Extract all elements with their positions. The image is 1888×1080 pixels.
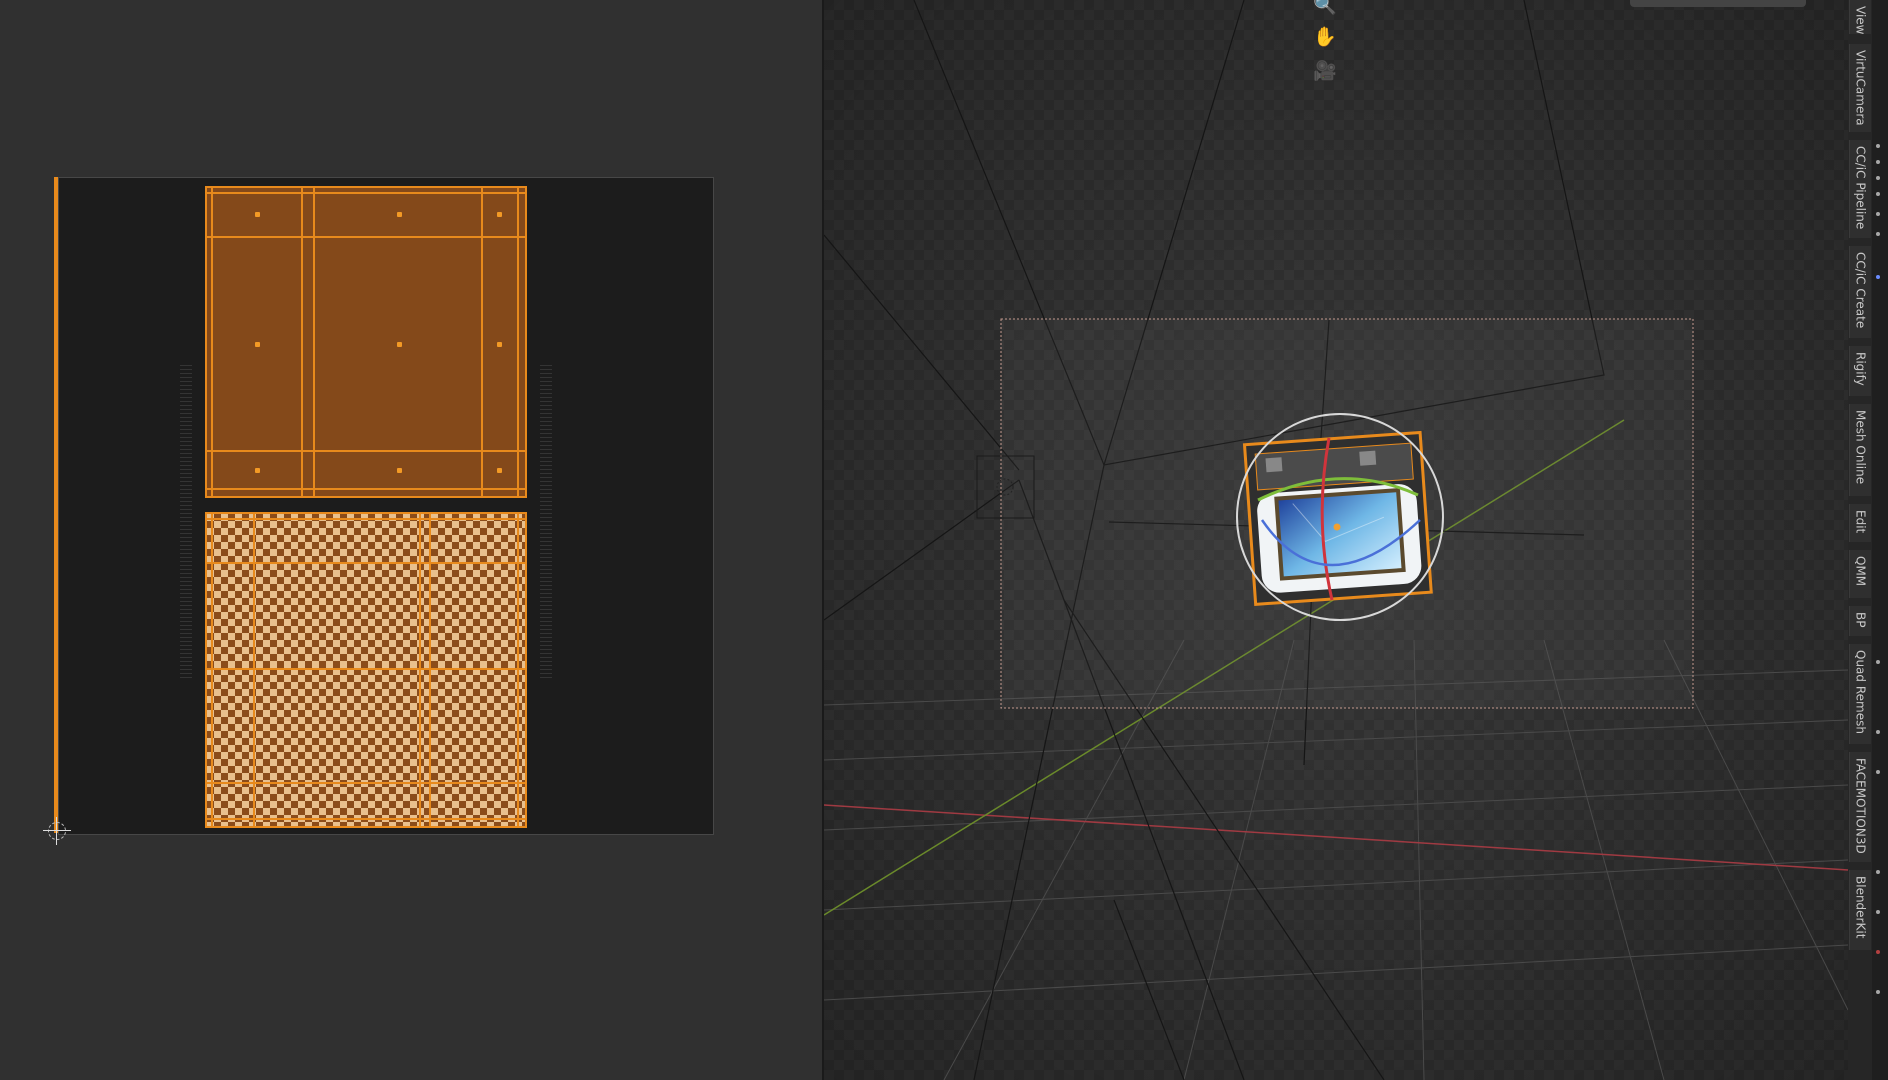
tab-cc-ic-create[interactable]: CC/iC Create bbox=[1849, 246, 1871, 338]
uv-edge bbox=[207, 450, 525, 452]
edge-dot bbox=[1876, 176, 1880, 180]
edge-dot bbox=[1876, 660, 1880, 664]
uv-island-top[interactable] bbox=[205, 186, 527, 498]
uv-vertex bbox=[255, 468, 260, 473]
uv-2d-cursor[interactable] bbox=[43, 817, 71, 845]
camera-view-icon[interactable]: 🎥 bbox=[1312, 58, 1338, 84]
pan-hand-icon[interactable]: ✋ bbox=[1312, 24, 1338, 50]
uv-ghost-island-right bbox=[540, 362, 552, 678]
tab-mesh-online[interactable]: Mesh Online bbox=[1849, 404, 1871, 496]
tab-edit[interactable]: Edit bbox=[1849, 504, 1871, 542]
edge-dot bbox=[1876, 870, 1880, 874]
tab-quad-remesh[interactable]: Quad Remesh bbox=[1849, 644, 1871, 744]
uv-editor-area[interactable] bbox=[0, 0, 822, 1080]
edge-dot bbox=[1876, 910, 1880, 914]
header-field[interactable] bbox=[1630, 0, 1806, 7]
uv-vertex bbox=[255, 212, 260, 217]
tab-view[interactable]: View bbox=[1849, 0, 1871, 34]
properties-edge bbox=[1872, 0, 1888, 1080]
uv-vertex bbox=[255, 342, 260, 347]
uv-edge bbox=[313, 188, 315, 496]
uv-ghost-island-left bbox=[180, 362, 192, 678]
tab-virtucamera[interactable]: VirtuCamera bbox=[1849, 44, 1871, 132]
edge-dot bbox=[1876, 275, 1880, 279]
uv-edge bbox=[207, 488, 525, 490]
edge-dot bbox=[1876, 770, 1880, 774]
tab-qmm[interactable]: QMM bbox=[1849, 550, 1871, 598]
uv-edge bbox=[517, 188, 519, 496]
uv-edge bbox=[517, 514, 519, 826]
selected-object bbox=[1242, 430, 1433, 606]
uv-vertex bbox=[397, 468, 402, 473]
tab-cc-ic-pipeline[interactable]: CC/iC Pipeline bbox=[1849, 140, 1871, 238]
edge-dot bbox=[1876, 950, 1880, 954]
uv-vertex bbox=[397, 342, 402, 347]
uv-vertex bbox=[497, 468, 502, 473]
uv-edge bbox=[211, 514, 213, 826]
viewport-scene bbox=[824, 0, 1848, 1080]
edge-dot bbox=[1876, 232, 1880, 236]
uv-edge bbox=[207, 236, 525, 238]
tab-bp[interactable]: BP bbox=[1849, 606, 1871, 636]
uv-vertex bbox=[497, 342, 502, 347]
zoom-icon[interactable]: 🔍 bbox=[1312, 0, 1338, 18]
uv-edge bbox=[253, 514, 255, 826]
uv-island-strip[interactable] bbox=[54, 177, 58, 833]
uv-edge bbox=[301, 188, 303, 496]
uv-texture-canvas[interactable] bbox=[58, 177, 714, 835]
uv-edge bbox=[481, 188, 483, 496]
edge-dot bbox=[1876, 212, 1880, 216]
edge-dot bbox=[1876, 144, 1880, 148]
object-origin bbox=[1333, 523, 1341, 531]
edge-dot bbox=[1876, 160, 1880, 164]
tab-facemotion3d[interactable]: FACEMOTION3D bbox=[1849, 752, 1871, 862]
edge-dot bbox=[1876, 730, 1880, 734]
uv-edge bbox=[429, 514, 431, 826]
edge-dot bbox=[1876, 192, 1880, 196]
tab-rigify[interactable]: Rigify bbox=[1849, 346, 1871, 396]
uv-edge bbox=[419, 514, 421, 826]
sidebar-tab-strip: View VirtuCamera CC/iC Pipeline CC/iC Cr… bbox=[1848, 0, 1872, 1080]
edge-dot bbox=[1876, 990, 1880, 994]
uv-edge bbox=[211, 188, 213, 496]
tab-blenderkit[interactable]: BlenderKit bbox=[1849, 870, 1871, 950]
uv-vertex bbox=[397, 212, 402, 217]
uv-vertex bbox=[497, 212, 502, 217]
uv-island-bottom[interactable] bbox=[205, 512, 527, 828]
uv-edge bbox=[207, 192, 525, 194]
3d-viewport[interactable]: 🔍 ✋ 🎥 bbox=[824, 0, 1848, 1080]
